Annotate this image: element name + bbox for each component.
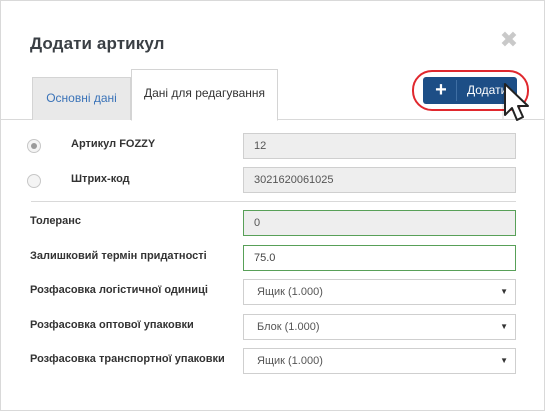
barcode-field: 3021620061025 — [243, 167, 516, 193]
transport-pack-value: Ящик (1.000) — [257, 355, 323, 367]
add-article-dialog: Додати артикул ✖ Основні дані Дані для р… — [0, 0, 545, 411]
label-transport-pack: Розфасовка транспортної упаковки — [30, 353, 225, 365]
article-fozzy-field: 12 — [243, 133, 516, 159]
shelf-life-input[interactable]: 75.0 — [243, 245, 516, 271]
dropdown-arrow-icon: ▼ — [500, 356, 508, 365]
tab-main-data[interactable]: Основні дані — [32, 77, 131, 120]
mouse-pointer-icon — [502, 83, 529, 121]
dialog-header: Додати артикул ✖ — [1, 1, 545, 73]
plus-icon: + — [435, 79, 447, 101]
dialog-title: Додати артикул — [30, 34, 165, 53]
label-tolerance: Толеранс — [30, 215, 82, 227]
logistic-unit-select[interactable]: Ящик (1.000) ▼ — [243, 279, 516, 305]
dropdown-arrow-icon: ▼ — [500, 322, 508, 331]
close-icon[interactable]: ✖ — [499, 29, 519, 51]
logistic-unit-value: Ящик (1.000) — [257, 286, 323, 298]
transport-pack-select[interactable]: Ящик (1.000) ▼ — [243, 348, 516, 374]
label-logistic-unit: Розфасовка логістичної одиниці — [30, 284, 208, 296]
tolerance-field: 0 — [243, 210, 516, 236]
section-divider — [31, 201, 516, 202]
tab-edit-data[interactable]: Дані для редагування — [131, 69, 278, 121]
radio-article-fozzy[interactable] — [27, 139, 41, 153]
label-wholesale-pack: Розфасовка оптової упаковки — [30, 319, 194, 331]
label-barcode: Штрих-код — [71, 173, 130, 185]
radio-barcode[interactable] — [27, 174, 41, 188]
wholesale-pack-select[interactable]: Блок (1.000) ▼ — [243, 314, 516, 340]
button-separator — [456, 80, 457, 101]
wholesale-pack-value: Блок (1.000) — [257, 321, 320, 333]
dropdown-arrow-icon: ▼ — [500, 287, 508, 296]
label-shelf-life: Залишковий термін придатності — [30, 250, 207, 262]
label-article-fozzy: Артикул FOZZY — [71, 138, 156, 150]
